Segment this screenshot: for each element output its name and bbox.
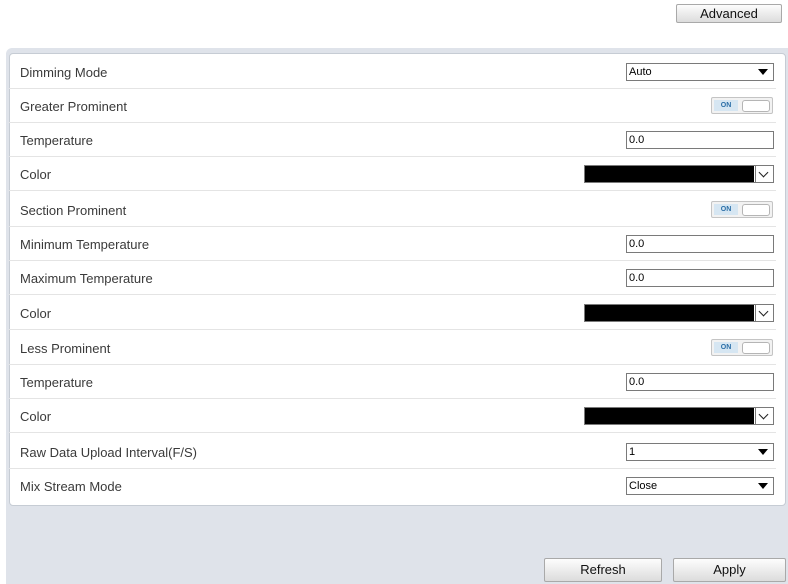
row-minimum-temperature: Minimum Temperature 0.0 <box>9 227 776 261</box>
temperature-label: Temperature <box>20 133 93 148</box>
raw-data-upload-interval-select[interactable]: 1 <box>626 443 774 461</box>
row-dimming-mode: Dimming Mode Auto <box>9 55 776 89</box>
color-picker[interactable] <box>584 407 774 425</box>
color-swatch <box>585 166 754 182</box>
row-section-prominent: Section Prominent ON <box>9 193 776 227</box>
less-prominent-label: Less Prominent <box>20 341 111 356</box>
mix-stream-mode-select[interactable]: Close <box>626 477 774 495</box>
color-label: Color <box>20 409 52 424</box>
row-less-temperature: Temperature 0.0 <box>9 365 776 399</box>
apply-button[interactable]: Apply <box>673 558 786 582</box>
minimum-temperature-input[interactable]: 0.0 <box>626 235 774 253</box>
section-prominent-label: Section Prominent <box>20 203 127 218</box>
temperature-input[interactable]: 0.0 <box>626 131 774 149</box>
temperature-label: Temperature <box>20 375 93 390</box>
toggle-on-text: ON <box>714 342 738 353</box>
toggle-knob <box>742 342 770 354</box>
maximum-temperature-input[interactable]: 0.0 <box>626 269 774 287</box>
row-maximum-temperature: Maximum Temperature 0.0 <box>9 261 776 295</box>
row-raw-data-upload-interval: Raw Data Upload Interval(F/S) 1 <box>9 435 776 469</box>
color-dropdown-button[interactable] <box>755 166 773 182</box>
row-mix-stream-mode: Mix Stream Mode Close <box>9 469 776 503</box>
toggle-knob <box>742 100 770 112</box>
dimming-mode-select[interactable]: Auto <box>626 63 774 81</box>
less-prominent-toggle[interactable]: ON <box>711 339 773 356</box>
dimming-mode-value: Auto <box>629 66 652 78</box>
greater-prominent-label: Greater Prominent <box>20 99 127 114</box>
temperature-input[interactable]: 0.0 <box>626 373 774 391</box>
refresh-button[interactable]: Refresh <box>544 558 662 582</box>
toggle-on-text: ON <box>714 100 738 111</box>
raw-data-upload-interval-label: Raw Data Upload Interval(F/S) <box>20 445 198 460</box>
color-swatch <box>585 408 754 424</box>
row-less-prominent: Less Prominent ON <box>9 331 776 365</box>
color-picker[interactable] <box>584 304 774 322</box>
toggle-on-text: ON <box>714 204 738 215</box>
toggle-knob <box>742 204 770 216</box>
row-greater-temperature: Temperature 0.0 <box>9 123 776 157</box>
section-prominent-toggle[interactable]: ON <box>711 201 773 218</box>
dropdown-arrow-icon <box>758 449 768 455</box>
row-greater-color: Color <box>9 157 776 191</box>
mix-stream-mode-label: Mix Stream Mode <box>20 479 122 494</box>
row-less-color: Color <box>9 399 776 433</box>
color-picker[interactable] <box>584 165 774 183</box>
advanced-button[interactable]: Advanced <box>676 4 782 23</box>
chevron-down-icon <box>758 167 769 178</box>
dimming-mode-label: Dimming Mode <box>20 65 108 80</box>
row-section-color: Color <box>9 296 776 330</box>
color-label: Color <box>20 167 52 182</box>
color-dropdown-button[interactable] <box>755 305 773 321</box>
chevron-down-icon <box>758 409 769 420</box>
color-swatch <box>585 305 754 321</box>
color-dropdown-button[interactable] <box>755 408 773 424</box>
greater-prominent-toggle[interactable]: ON <box>711 97 773 114</box>
dropdown-arrow-icon <box>758 483 768 489</box>
minimum-temperature-label: Minimum Temperature <box>20 237 150 252</box>
raw-data-upload-interval-value: 1 <box>629 446 636 458</box>
row-greater-prominent: Greater Prominent ON <box>9 89 776 123</box>
color-label: Color <box>20 306 52 321</box>
maximum-temperature-label: Maximum Temperature <box>20 271 153 286</box>
dropdown-arrow-icon <box>758 69 768 75</box>
chevron-down-icon <box>758 306 769 317</box>
mix-stream-mode-value: Close <box>629 480 658 492</box>
